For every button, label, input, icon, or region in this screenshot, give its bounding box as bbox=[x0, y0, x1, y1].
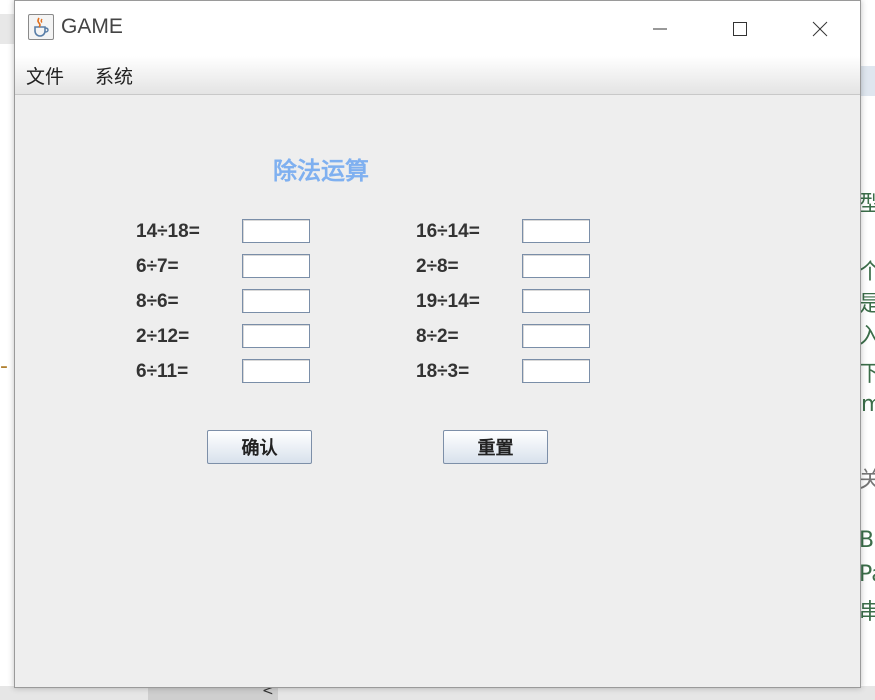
page-title: 除法运算 bbox=[273, 157, 369, 185]
confirm-button[interactable]: 确认 bbox=[207, 430, 312, 464]
problem-label: 6÷11= bbox=[136, 361, 189, 382]
problem-label: 8÷6= bbox=[136, 291, 179, 312]
bg-scrollbar-thumb bbox=[148, 686, 278, 700]
close-button[interactable] bbox=[780, 1, 860, 56]
minimize-icon bbox=[653, 28, 667, 29]
menu-bar: 文件 系统 bbox=[15, 56, 860, 95]
bg-text: 关 bbox=[859, 468, 875, 493]
problem-label: 2÷8= bbox=[416, 256, 459, 277]
game-window: GAME 文件 系统 除法运算 14÷18= 6÷7= 8÷6= 2÷12= 6… bbox=[14, 0, 861, 688]
minimize-button[interactable] bbox=[620, 1, 700, 56]
bg-text: 入 bbox=[859, 324, 875, 349]
close-icon bbox=[812, 21, 828, 36]
answer-input[interactable] bbox=[242, 324, 310, 348]
problem-label: 14÷18= bbox=[136, 221, 200, 242]
bg-text: 型 bbox=[859, 192, 875, 217]
maximize-button[interactable] bbox=[700, 1, 780, 56]
bg-scrollbar: < bbox=[0, 683, 875, 700]
bg-text: - bbox=[0, 354, 8, 379]
bg-text: m bbox=[861, 392, 875, 417]
java-cup-icon bbox=[28, 14, 54, 40]
bg-text: 下 bbox=[859, 362, 875, 387]
menu-file[interactable]: 文件 bbox=[26, 62, 64, 89]
answer-input[interactable] bbox=[242, 254, 310, 278]
maximize-icon bbox=[733, 21, 747, 36]
problem-label: 2÷12= bbox=[136, 326, 190, 347]
menu-system[interactable]: 系统 bbox=[95, 62, 133, 89]
bg-text: 个 bbox=[859, 260, 875, 285]
answer-input[interactable] bbox=[522, 254, 590, 278]
answer-input[interactable] bbox=[522, 324, 590, 348]
bg-text: 串 bbox=[859, 600, 875, 625]
answer-input[interactable] bbox=[522, 359, 590, 383]
bg-text: Pa bbox=[859, 562, 875, 587]
bg-toolbar-fragment bbox=[861, 66, 875, 96]
reset-button[interactable]: 重置 bbox=[443, 430, 548, 464]
bg-text: 是 bbox=[859, 292, 875, 317]
bg-text: B0 bbox=[859, 528, 875, 553]
problem-label: 18÷3= bbox=[416, 361, 470, 382]
answer-input[interactable] bbox=[522, 219, 590, 243]
problem-label: 19÷14= bbox=[416, 291, 480, 312]
answer-input[interactable] bbox=[522, 289, 590, 313]
problem-label: 6÷7= bbox=[136, 256, 179, 277]
answer-input[interactable] bbox=[242, 219, 310, 243]
answer-input[interactable] bbox=[242, 289, 310, 313]
problem-label: 8÷2= bbox=[416, 326, 459, 347]
window-title: GAME bbox=[61, 15, 123, 38]
problem-label: 16÷14= bbox=[416, 221, 480, 242]
title-bar[interactable]: GAME bbox=[15, 1, 860, 56]
bg-toolbar-fragment bbox=[0, 14, 14, 44]
answer-input[interactable] bbox=[242, 359, 310, 383]
